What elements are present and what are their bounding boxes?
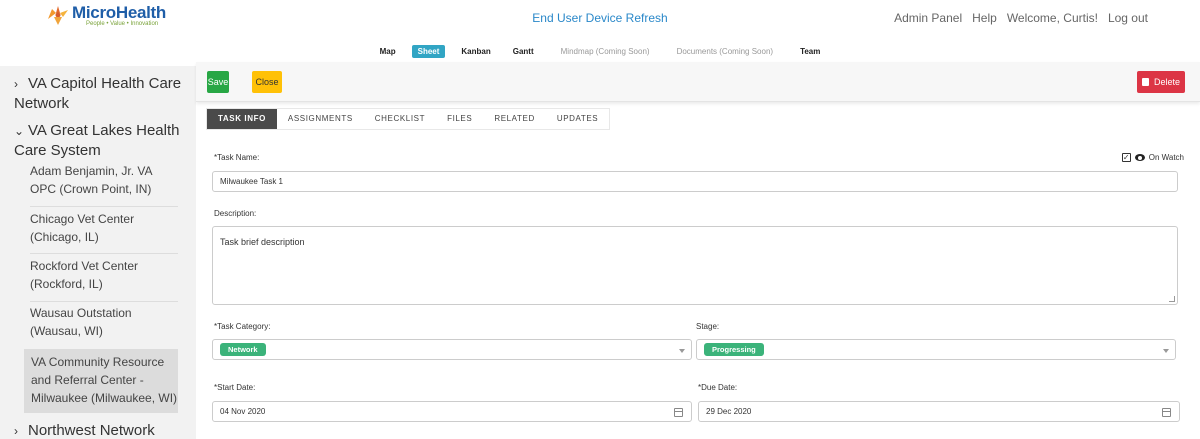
- task-category-label: *Task Category:: [214, 322, 271, 331]
- nav-tab-map[interactable]: Map: [374, 45, 402, 58]
- task-tabs: TASK INFO ASSIGNMENTS CHECKLIST FILES RE…: [206, 108, 611, 130]
- sidebar: › VA Capitol Health Care Network ⌄ VA Grea…: [0, 66, 196, 439]
- start-date-value: 04 Nov 2020: [220, 407, 266, 416]
- tab-files[interactable]: FILES: [436, 109, 483, 129]
- checkbox-checked-icon[interactable]: ✓: [1121, 153, 1131, 162]
- sidebar-group-va-capitol[interactable]: › VA Capitol Health Care Network: [14, 74, 184, 113]
- stage-select[interactable]: Progressing: [696, 339, 1176, 360]
- calendar-icon[interactable]: [1162, 408, 1171, 417]
- top-header: MicroHealth People • Value • Innovation …: [0, 0, 1200, 36]
- trash-icon: [1141, 78, 1149, 86]
- logout-link[interactable]: Log out: [1108, 11, 1148, 25]
- sidebar-item-wausau[interactable]: Wausau Outstation (Wausau, WI): [30, 304, 178, 340]
- sidebar-group-label: VA Great Lakes Health Care System: [14, 122, 180, 159]
- stage-label: Stage:: [696, 322, 720, 331]
- description-text: Task brief description: [220, 237, 305, 247]
- nav-tab-team[interactable]: Team: [794, 45, 826, 58]
- tab-related[interactable]: RELATED: [483, 109, 546, 129]
- task-category-select[interactable]: Network: [212, 339, 692, 360]
- delete-button[interactable]: Delete: [1137, 71, 1185, 93]
- sidebar-divider: [30, 301, 178, 302]
- sidebar-group-northwest[interactable]: › Northwest Network: [14, 421, 184, 439]
- admin-panel-link[interactable]: Admin Panel: [894, 11, 962, 25]
- help-link[interactable]: Help: [972, 11, 997, 25]
- due-date-label: *Due Date:: [698, 383, 738, 392]
- sidebar-item-chicago[interactable]: Chicago Vet Center (Chicago, IL): [30, 210, 178, 246]
- dropdown-caret-icon: [679, 349, 685, 353]
- sidebar-group-label: Northwest Network: [28, 422, 155, 439]
- save-button[interactable]: Save: [207, 71, 229, 93]
- task-name-input[interactable]: Milwaukee Task 1: [212, 171, 1178, 192]
- sidebar-group-label: VA Capitol Health Care Network: [14, 75, 182, 112]
- delete-label: Delete: [1153, 77, 1180, 87]
- chevron-right-icon: ›: [14, 424, 18, 438]
- nav-tab-documents: Documents (Coming Soon): [676, 46, 774, 56]
- start-date-input[interactable]: 04 Nov 2020: [212, 401, 692, 422]
- calendar-icon[interactable]: [674, 408, 683, 417]
- close-button[interactable]: Close: [252, 71, 282, 93]
- chevron-down-icon: ⌄: [14, 124, 25, 138]
- start-date-label: *Start Date:: [214, 383, 256, 392]
- description-label: Description:: [214, 209, 257, 218]
- eye-icon: [1134, 154, 1145, 161]
- sidebar-divider: [30, 206, 178, 207]
- dropdown-caret-icon: [1163, 349, 1169, 353]
- tab-checklist[interactable]: CHECKLIST: [364, 109, 436, 129]
- chevron-right-icon: ›: [14, 77, 18, 91]
- tab-updates[interactable]: UPDATES: [546, 109, 609, 129]
- stage-pill: Progressing: [704, 343, 764, 356]
- tab-task-info[interactable]: TASK INFO: [207, 109, 277, 129]
- resize-handle-icon[interactable]: [1169, 296, 1175, 302]
- nav-tab-sheet[interactable]: Sheet: [411, 44, 446, 58]
- view-nav: Map Sheet Kanban Gantt Mindmap (Coming S…: [0, 40, 1200, 62]
- top-links: Admin Panel Help Welcome, Curtis! Log ou…: [894, 11, 1148, 25]
- welcome-user: Welcome, Curtis!: [1006, 11, 1098, 25]
- nav-tab-mindmap: Mindmap (Coming Soon): [560, 46, 650, 56]
- on-watch-toggle[interactable]: ✓ On Watch: [1121, 153, 1184, 162]
- on-watch-label: On Watch: [1148, 153, 1184, 162]
- action-bar: Save Close Delete: [196, 62, 1200, 102]
- description-textarea[interactable]: Task brief description: [212, 226, 1178, 305]
- due-date-value: 29 Dec 2020: [706, 407, 752, 416]
- tab-assignments[interactable]: ASSIGNMENTS: [277, 109, 364, 129]
- task-detail-panel: Save Close Delete TASK INFO ASSIGNMENTS …: [196, 62, 1200, 439]
- category-pill: Network: [220, 343, 266, 356]
- nav-tab-gantt[interactable]: Gantt: [507, 45, 540, 58]
- nav-tab-kanban[interactable]: Kanban: [455, 45, 496, 58]
- task-name-label: *Task Name:: [214, 153, 260, 162]
- sidebar-item-rockford[interactable]: Rockford Vet Center (Rockford, IL): [30, 257, 178, 293]
- sidebar-item-milwaukee[interactable]: VA Community Resource and Referral Cente…: [24, 349, 178, 413]
- sidebar-item-adam-benjamin[interactable]: Adam Benjamin, Jr. VA OPC (Crown Point, …: [30, 162, 178, 198]
- sidebar-group-va-great-lakes[interactable]: ⌄ VA Great Lakes Health Care System: [14, 121, 184, 160]
- sidebar-divider: [30, 253, 178, 254]
- due-date-input[interactable]: 29 Dec 2020: [698, 401, 1180, 422]
